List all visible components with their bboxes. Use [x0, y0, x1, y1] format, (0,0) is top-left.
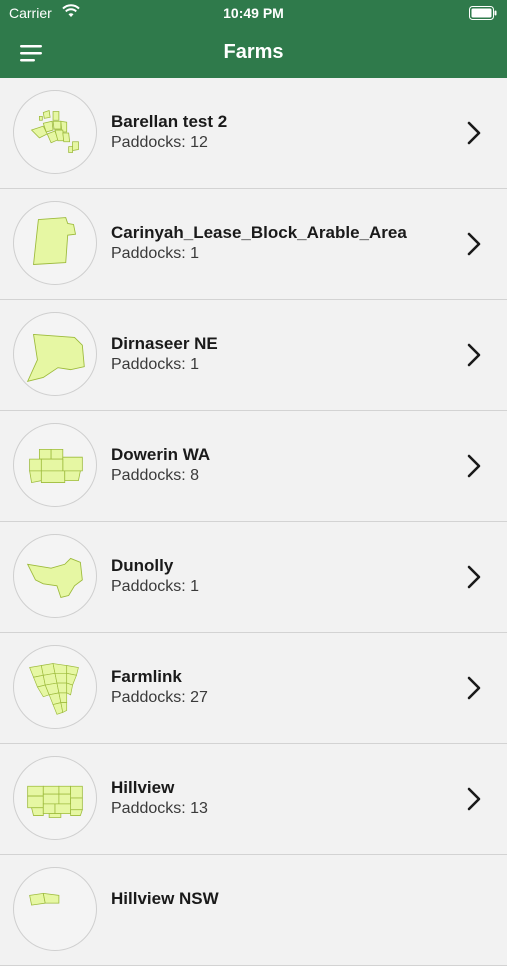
- farm-map-thumbnail: [13, 201, 97, 285]
- farm-map-thumbnail: [13, 312, 97, 396]
- farm-row[interactable]: Farmlink Paddocks: 27: [0, 633, 507, 744]
- paddock-count: Paddocks: 8: [111, 467, 200, 484]
- farm-map-thumbnail: [13, 645, 97, 729]
- farm-row[interactable]: Dirnaseer NE Paddocks: 1: [0, 300, 507, 411]
- battery-icon: [469, 6, 497, 23]
- status-time: 10:49 PM: [223, 5, 284, 21]
- status-bar: Carrier 10:49 PM: [0, 0, 507, 28]
- chevron-right-icon: [467, 232, 481, 256]
- farm-row[interactable]: Hillview Paddocks: 13: [0, 744, 507, 855]
- farm-map-thumbnail: [13, 90, 97, 174]
- farm-name: Dowerin WA: [111, 445, 211, 464]
- chevron-right-icon: [467, 565, 481, 589]
- farm-map-thumbnail: [13, 423, 97, 507]
- chevron-right-icon: [467, 676, 481, 700]
- farm-row[interactable]: Dowerin WA Paddocks: 8: [0, 411, 507, 522]
- paddock-count: Paddocks: 12: [111, 134, 208, 151]
- farm-row[interactable]: Carinyah_Lease_Block_Arable_Area Paddock…: [0, 189, 507, 300]
- farm-row[interactable]: Dunolly Paddocks: 1: [0, 522, 507, 633]
- page-title: Farms: [223, 41, 284, 63]
- farm-list: Barellan test 2 Paddocks: 12 Carinyah_Le…: [0, 78, 507, 966]
- farm-name: Carinyah_Lease_Block_Arable_Area: [111, 223, 407, 242]
- nav-bar: Farms: [0, 28, 507, 78]
- paddock-count: Paddocks: 27: [111, 689, 208, 706]
- farm-name: Hillview NSW: [111, 889, 219, 908]
- paddock-count: Paddocks: 1: [111, 356, 200, 373]
- farm-row[interactable]: Hillview NSW: [0, 855, 507, 966]
- farm-name: Dirnaseer NE: [111, 334, 218, 353]
- paddock-count: Paddocks: 1: [111, 578, 200, 595]
- chevron-right-icon: [467, 121, 481, 145]
- farm-name: Hillview: [111, 778, 175, 797]
- farm-name: Barellan test 2: [111, 112, 228, 131]
- chevron-right-icon: [467, 787, 481, 811]
- paddock-count: Paddocks: 13: [111, 800, 208, 817]
- farm-map-thumbnail: [13, 534, 97, 618]
- farm-row[interactable]: Barellan test 2 Paddocks: 12: [0, 78, 507, 189]
- chevron-right-icon: [467, 454, 481, 478]
- farm-name: Dunolly: [111, 556, 174, 575]
- paddock-count: Paddocks: 1: [111, 245, 200, 262]
- chevron-right-icon: [467, 343, 481, 367]
- farm-map-thumbnail: [13, 867, 97, 951]
- farm-name: Farmlink: [111, 667, 182, 686]
- farm-map-thumbnail: [13, 756, 97, 840]
